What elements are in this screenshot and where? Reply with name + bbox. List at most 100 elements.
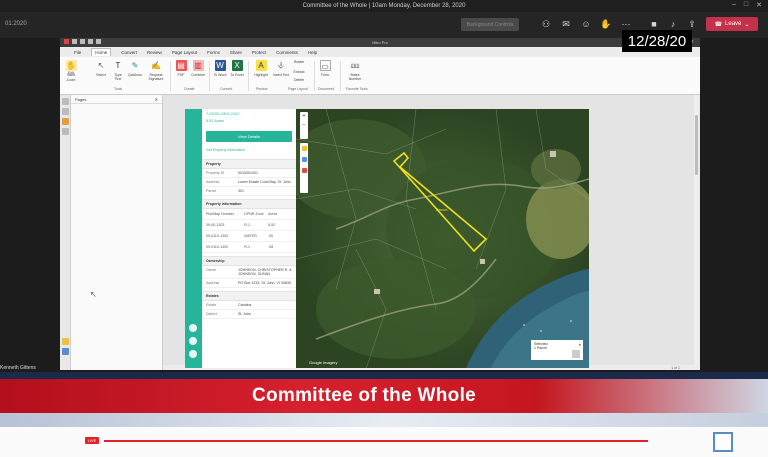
- table-row: 09-0110-1300 R-1.08: [202, 242, 296, 253]
- ribbon-tab-protect[interactable]: Protect: [252, 50, 266, 55]
- lower-third-title: Committee of the Whole: [251, 385, 477, 406]
- satellite-map[interactable]: Parcel + − Google Imagery Selected 1 Par…: [296, 109, 589, 368]
- presenter-name: Kenneth Gittens: [0, 365, 36, 371]
- chat-icon[interactable]: ✉: [560, 18, 572, 30]
- ribbon-tab-home[interactable]: Home: [91, 48, 112, 56]
- ribbon-tab-help[interactable]: Help: [308, 50, 317, 55]
- zoom-out-button[interactable]: −: [300, 121, 308, 130]
- pages-panel-close-icon[interactable]: ✕: [155, 97, 158, 102]
- ribbon-tab-comments[interactable]: Comments: [276, 50, 298, 55]
- ribbon-extract-button[interactable]: Extract: [292, 70, 306, 74]
- ribbon-quickrun-button[interactable]: ✎ Quickrun: [128, 60, 142, 77]
- map-imagery: Parcel: [296, 109, 589, 368]
- type-text-icon: T: [115, 61, 121, 70]
- ownership-row: Address PO Box 1234, St. John, VI 00830: [202, 279, 296, 288]
- measure-icon[interactable]: [301, 168, 307, 173]
- info-icon[interactable]: [189, 324, 197, 332]
- meeting-title: Committee of the Whole | 10am Monday, De…: [302, 3, 466, 9]
- raise-hand-icon[interactable]: ✋: [600, 18, 612, 30]
- ribbon-pdf-button[interactable]: ▤ PDF: [174, 60, 188, 77]
- share-screen-icon[interactable]: ⇪: [686, 18, 698, 30]
- broadcast-lower-third: Committee of the Whole LIVE: [0, 372, 768, 457]
- ribbon-tab-forms[interactable]: Forms: [207, 50, 220, 55]
- street-view-icon[interactable]: [301, 146, 307, 151]
- leave-button[interactable]: ☎ Leave ⌄: [706, 17, 758, 31]
- ribbon-tab-share[interactable]: Share: [230, 50, 242, 55]
- comments-icon[interactable]: [62, 118, 69, 125]
- layers-icon[interactable]: [301, 157, 307, 162]
- ribbon-tab-page-layout[interactable]: Page Layout: [172, 50, 197, 55]
- settings-icon[interactable]: [189, 350, 197, 358]
- ribbon-group-tools: Tools: [114, 87, 123, 91]
- mic-icon[interactable]: ♪: [667, 18, 679, 30]
- undo-icon[interactable]: [96, 39, 101, 44]
- section-property: Property: [202, 159, 296, 169]
- ribbon-select-button[interactable]: ↖ Select: [94, 60, 108, 77]
- people-icon[interactable]: ⚇: [540, 18, 552, 30]
- insert-text-icon: ⎀: [277, 61, 285, 70]
- background-controls-button[interactable]: Background Controls: [461, 18, 519, 31]
- ribbon-combine-button[interactable]: ▥ Combine: [191, 60, 205, 77]
- zoom-in-button[interactable]: +: [300, 112, 308, 121]
- ribbon-tab-review[interactable]: Review: [147, 50, 162, 55]
- ribbon-to-word-button[interactable]: W To Word: [213, 60, 227, 77]
- ribbon-insert-text-button[interactable]: ⎀ Insert Text: [272, 60, 290, 77]
- print-icon[interactable]: [88, 39, 93, 44]
- pdf-app-title: Nitro Pro: [372, 40, 388, 45]
- lower-third-top-band: [0, 372, 768, 379]
- pages-icon[interactable]: [62, 98, 69, 105]
- ribbon-type-text-button[interactable]: T Type Text: [111, 60, 125, 81]
- left-nav-strip: [60, 95, 71, 370]
- help-icon[interactable]: [62, 348, 69, 355]
- word-icon: W: [214, 60, 226, 71]
- phone-hangup-icon: ☎: [714, 21, 723, 28]
- maximize-icon[interactable]: □: [744, 1, 748, 9]
- ribbon-request-signature-button[interactable]: ✍ Request Signature: [147, 60, 165, 81]
- ribbon-bates-button[interactable]: ⅏ Bates Number: [346, 60, 364, 81]
- ribbon-rotate-button[interactable]: Rotate: [292, 60, 306, 64]
- minimize-icon[interactable]: –: [732, 1, 736, 9]
- corner-logo-box: [713, 432, 733, 452]
- property-row: Parcel 301: [202, 187, 296, 196]
- attachments-icon[interactable]: [62, 128, 69, 135]
- ribbon-highlight-button[interactable]: A Highlight: [252, 60, 270, 77]
- property-info-link[interactable]: Get Property Information: [202, 144, 296, 156]
- output-icon[interactable]: [62, 338, 69, 345]
- ribbon-delete-button[interactable]: Delete: [292, 78, 306, 82]
- live-progress-line: [104, 440, 648, 442]
- ribbon-tab-convert[interactable]: Convert: [121, 50, 137, 55]
- open-icon[interactable]: [72, 39, 77, 44]
- camera-icon[interactable]: ■: [648, 18, 660, 30]
- view-details-button[interactable]: View Details: [206, 131, 292, 142]
- leave-button-label: Leave: [725, 21, 742, 27]
- quickrun-icon: ✎: [131, 61, 139, 70]
- ribbon-to-excel-button[interactable]: X To Excel: [230, 60, 244, 77]
- map-info-close-icon[interactable]: ×: [579, 342, 581, 347]
- ribbon-tabs: File Home Convert Review Page Layout Forms Sha…: [60, 47, 700, 57]
- map-parcel-label: Parcel: [436, 207, 447, 212]
- ribbon-group-page-layout: Page Layout: [288, 87, 308, 91]
- scrollbar-thumb[interactable]: [695, 115, 698, 175]
- save-icon[interactable]: [80, 39, 85, 44]
- bookmarks-icon[interactable]: [62, 108, 69, 115]
- more-icon[interactable]: ⋯: [620, 18, 632, 30]
- close-icon[interactable]: ✕: [756, 1, 762, 9]
- property-header: 7-01001-0301-0101 5.52 Acres: [202, 109, 296, 129]
- mouse-cursor-icon: ↖: [90, 290, 97, 299]
- map-tools: [300, 143, 308, 193]
- comment-icon[interactable]: [189, 337, 197, 345]
- meeting-timer: 01:2020: [5, 21, 27, 27]
- reactions-icon[interactable]: ☺: [580, 18, 592, 30]
- ribbon-edit-button[interactable]: Edit: [64, 71, 78, 75]
- parcel-acreage: 5.52 Acres: [206, 119, 224, 123]
- section-property-information: Property Information: [202, 199, 296, 209]
- ribbon-zoom-button[interactable]: Zoom: [64, 78, 78, 82]
- pdf-title-bar: Nitro Pro – □ ✕: [60, 38, 700, 47]
- property-sidebar-strip: [185, 109, 202, 368]
- ribbon-form-button[interactable]: ▭ Form: [318, 60, 332, 77]
- pdf-page: 7-01001-0301-0101 5.52 Acres View Detail…: [185, 109, 589, 368]
- estate-row: District St. John: [202, 310, 296, 319]
- vertical-scrollbar[interactable]: [694, 95, 699, 365]
- ribbon-separator: [170, 61, 171, 91]
- ribbon-tab-file[interactable]: File: [74, 50, 81, 55]
